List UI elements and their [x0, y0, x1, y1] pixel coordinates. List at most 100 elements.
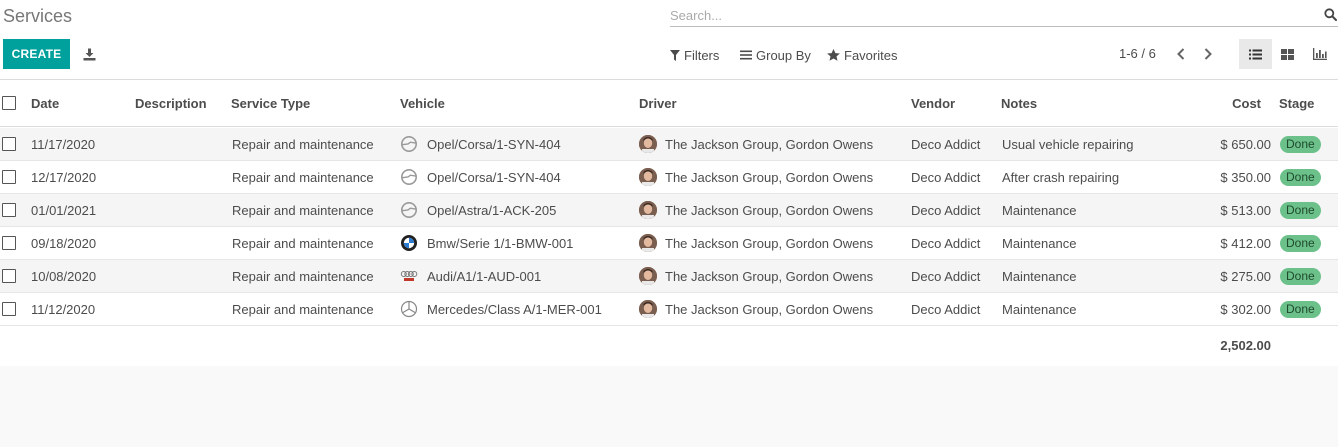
column-header-driver[interactable]: Driver: [639, 80, 677, 126]
audi-logo-icon: [400, 267, 418, 285]
row-date: 09/18/2020: [31, 235, 97, 251]
row-date: 11/17/2020: [31, 136, 96, 152]
row-vehicle: Mercedes/Class A/1-MER-001: [400, 293, 602, 325]
mercedes-logo-icon: [400, 300, 418, 318]
group-by-button[interactable]: Group By: [740, 46, 811, 64]
row-checkbox[interactable]: [2, 170, 16, 184]
column-header-description[interactable]: Description: [135, 80, 207, 126]
bar-chart-icon: [1312, 48, 1327, 60]
download-button[interactable]: [80, 44, 98, 64]
row-driver: The Jackson Group, Gordon Owens: [639, 161, 873, 193]
row-service-type: Repair and maintenance: [232, 169, 374, 185]
row-vehicle-label: Bmw/Serie 1/1-BMW-001: [427, 235, 574, 251]
column-header-stage[interactable]: Stage: [1279, 80, 1314, 126]
column-header-service-type[interactable]: Service Type: [231, 80, 310, 126]
services-list: Date Description Service Type Vehicle Dr…: [0, 80, 1338, 366]
row-vehicle: Bmw/Serie 1/1-BMW-001: [400, 227, 573, 259]
row-vehicle: Opel/Astra/1-ACK-205: [400, 194, 556, 226]
row-service-type: Repair and maintenance: [232, 301, 374, 317]
row-date: 01/01/2021: [31, 202, 97, 218]
row-driver: The Jackson Group, Gordon Owens: [639, 293, 873, 325]
row-service-type: Repair and maintenance: [232, 235, 374, 251]
opel-logo-icon: [400, 135, 418, 153]
column-header-notes[interactable]: Notes: [1001, 80, 1037, 126]
table-row[interactable]: 11/12/2020 Repair and maintenance Merced…: [0, 293, 1338, 326]
row-vendor: Deco Addict: [911, 202, 981, 218]
row-vendor: Deco Addict: [911, 301, 981, 317]
row-checkbox[interactable]: [2, 203, 16, 217]
driver-avatar: [639, 300, 657, 318]
row-checkbox[interactable]: [2, 137, 16, 151]
row-stage: Done: [1280, 260, 1321, 292]
row-notes: After crash repairing: [1002, 169, 1120, 185]
row-notes: Maintenance: [1002, 301, 1077, 317]
table-row[interactable]: 09/18/2020 Repair and maintenance Bmw/Se…: [0, 227, 1338, 260]
pager-value[interactable]: 1-6 / 6: [1119, 46, 1156, 61]
filters-label: Filters: [684, 47, 720, 63]
graph-view-button[interactable]: [1303, 39, 1336, 69]
row-notes: Usual vehicle repairing: [1002, 136, 1134, 152]
row-vehicle-label: Mercedes/Class A/1-MER-001: [427, 301, 602, 317]
row-vendor: Deco Addict: [911, 136, 981, 152]
pager-previous-button[interactable]: [1174, 46, 1188, 62]
favorites-button[interactable]: Favorites: [827, 46, 897, 64]
row-checkbox[interactable]: [2, 236, 16, 250]
row-driver: The Jackson Group, Gordon Owens: [639, 194, 873, 226]
table-row[interactable]: 10/08/2020 Repair and maintenance Audi/A…: [0, 260, 1338, 293]
search-bar: [670, 3, 1338, 27]
row-date: 11/12/2020: [31, 301, 96, 317]
row-driver-label: The Jackson Group, Gordon Owens: [665, 235, 874, 251]
group-by-label: Group By: [756, 47, 811, 63]
row-driver-label: The Jackson Group, Gordon Owens: [665, 136, 874, 152]
pager-next-button[interactable]: [1201, 46, 1215, 62]
row-vehicle-label: Audi/A1/1-AUD-001: [427, 268, 542, 284]
table-row[interactable]: 11/17/2020 Repair and maintenance Opel/C…: [0, 128, 1338, 161]
list-view-button[interactable]: [1239, 39, 1272, 69]
driver-avatar: [639, 168, 657, 186]
row-cost: $ 350.00: [1220, 169, 1271, 185]
row-cost: $ 650.00: [1220, 136, 1271, 152]
column-header-vehicle[interactable]: Vehicle: [400, 80, 445, 126]
create-button[interactable]: CREATE: [3, 39, 70, 69]
status-badge: Done: [1280, 135, 1321, 153]
row-stage: Done: [1280, 194, 1321, 226]
download-icon: [83, 48, 95, 60]
row-vehicle-label: Opel/Corsa/1-SYN-404: [427, 136, 561, 152]
star-icon: [827, 49, 840, 61]
row-stage: Done: [1280, 227, 1321, 259]
row-date: 12/17/2020: [31, 169, 97, 185]
status-badge: Done: [1280, 267, 1321, 285]
column-header-cost[interactable]: Cost: [1180, 80, 1261, 126]
row-driver-label: The Jackson Group, Gordon Owens: [665, 202, 874, 218]
row-driver: The Jackson Group, Gordon Owens: [639, 128, 873, 160]
column-header-vendor[interactable]: Vendor: [911, 80, 955, 126]
row-notes: Maintenance: [1002, 268, 1077, 284]
kanban-view-button[interactable]: [1271, 39, 1304, 69]
bmw-logo-icon: [400, 234, 418, 252]
filters-button[interactable]: Filters: [670, 46, 719, 64]
search-icon[interactable]: [1324, 8, 1337, 21]
row-stage: Done: [1280, 161, 1321, 193]
row-service-type: Repair and maintenance: [232, 268, 374, 284]
table-row[interactable]: 12/17/2020 Repair and maintenance Opel/C…: [0, 161, 1338, 194]
status-badge: Done: [1280, 234, 1321, 252]
row-date: 10/08/2020: [31, 268, 97, 284]
row-stage: Done: [1280, 293, 1321, 325]
total-cost: 2,502.00: [1220, 338, 1271, 353]
select-all-checkbox[interactable]: [2, 96, 16, 110]
search-input[interactable]: [670, 6, 1310, 24]
control-panel: Services CREATE Filters Group By: [0, 0, 1338, 80]
list-view-icon: [1249, 49, 1262, 59]
row-driver-label: The Jackson Group, Gordon Owens: [665, 268, 874, 284]
row-vehicle: Audi/A1/1-AUD-001: [400, 260, 541, 292]
row-stage: Done: [1280, 128, 1321, 160]
column-header-date[interactable]: Date: [31, 80, 59, 126]
table-footer: 2,502.00: [0, 325, 1338, 366]
table-row[interactable]: 01/01/2021 Repair and maintenance Opel/A…: [0, 194, 1338, 227]
row-checkbox[interactable]: [2, 302, 16, 316]
row-driver-label: The Jackson Group, Gordon Owens: [665, 169, 874, 185]
driver-avatar: [639, 135, 657, 153]
row-vendor: Deco Addict: [911, 169, 981, 185]
row-checkbox[interactable]: [2, 269, 16, 283]
page-title: Services: [3, 6, 73, 26]
